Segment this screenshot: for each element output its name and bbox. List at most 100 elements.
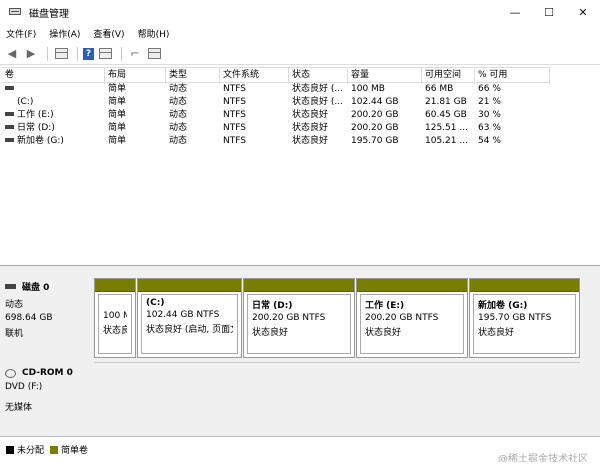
disk0-state: 联机: [5, 329, 24, 339]
help-icon[interactable]: ?: [83, 47, 94, 60]
layout-cell: 简单: [108, 97, 127, 107]
table-header: 卷 布局 类型 文件系统 状态 容量 可用空间 % 可用: [2, 67, 550, 84]
volume-name: 工作 (E:): [17, 110, 54, 120]
filesystem-cell: NTFS: [223, 136, 246, 146]
partition-status: 状态良好: [365, 328, 402, 338]
capacity-cell: 102.44 GB: [351, 97, 399, 107]
toolbar: ◀ ▶ ? ⌐: [0, 43, 600, 65]
cdrom0-media: 无媒体: [5, 403, 33, 413]
volume-table: 卷 布局 类型 文件系统 状态 容量 可用空间 % 可用 简单 动态 NTFS …: [2, 67, 550, 148]
disk0-partitions: 100 M 状态良 (C:) 102.44 GB NTFS 状态良好 (启动, …: [94, 278, 580, 358]
back-icon[interactable]: ◀: [4, 47, 20, 61]
partition-g[interactable]: 新加卷 (G:) 195.70 GB NTFS 状态良好: [469, 278, 580, 358]
cdrom0-area[interactable]: [94, 362, 580, 436]
volume-cell: 工作 (E:): [2, 109, 105, 122]
partition-size: 195.70 GB NTFS: [478, 313, 552, 323]
window-title: 磁盘管理: [29, 8, 69, 20]
type-cell: 动态: [169, 110, 188, 120]
filesystem-cell: NTFS: [223, 110, 246, 120]
disk0-type: 动态: [5, 300, 24, 310]
title-bar: 磁盘管理 — ☐ ✕: [0, 0, 600, 24]
percent-free-cell: 54 %: [478, 136, 501, 146]
partition-color-bar: [95, 279, 135, 292]
free-space-cell: 66 MB: [425, 84, 454, 94]
table-row[interactable]: 工作 (E:) 简单 动态 NTFS 状态良好 200.20 GB 60.45 …: [2, 109, 550, 122]
volume-cell: 新加卷 (G:): [2, 135, 105, 148]
volume-icon: [5, 99, 14, 103]
cdrom0-title: CD-ROM 0: [5, 368, 91, 378]
status-cell: 状态良好: [292, 110, 329, 120]
partition-system-reserved[interactable]: 100 M 状态良: [94, 278, 136, 358]
partition-status: 状态良好 (启动, 页面文: [146, 325, 233, 335]
vertical-scrollbar[interactable]: [586, 266, 600, 436]
partition-name: 新加卷 (G:): [478, 301, 528, 311]
show-pane-icon[interactable]: [53, 47, 69, 61]
table-row[interactable]: 日常 (D:) 简单 动态 NTFS 状态良好 200.20 GB 125.51…: [2, 122, 550, 135]
free-space-cell: 21.81 GB: [425, 97, 467, 107]
table-row[interactable]: (C:) 简单 动态 NTFS 状态良好 (... 102.44 GB 21.8…: [2, 96, 550, 109]
volume-name: 日常 (D:): [17, 123, 55, 133]
partition-name: 工作 (E:): [365, 301, 405, 311]
type-cell: 动态: [169, 97, 188, 107]
properties-icon[interactable]: [97, 47, 113, 61]
menu-help[interactable]: 帮助(H): [138, 27, 170, 40]
maximize-button[interactable]: ☐: [532, 0, 566, 24]
header-free-space[interactable]: 可用空间: [422, 68, 475, 84]
volume-name: 新加卷 (G:): [17, 136, 64, 146]
partition-name: (C:): [146, 298, 165, 308]
view-icon[interactable]: [146, 47, 162, 61]
partition-c[interactable]: (C:) 102.44 GB NTFS 状态良好 (启动, 页面文: [137, 278, 242, 358]
percent-free-cell: 21 %: [478, 97, 501, 107]
volume-icon: [5, 124, 14, 129]
table-row[interactable]: 简单 动态 NTFS 状态良好 (... 100 MB 66 MB 66 %: [2, 83, 550, 96]
type-cell: 动态: [169, 84, 188, 94]
header-volume[interactable]: 卷: [2, 68, 105, 84]
volume-icon: [5, 111, 14, 116]
header-filesystem[interactable]: 文件系统: [220, 68, 289, 84]
volume-icon: [5, 137, 14, 142]
volume-icon: [5, 85, 14, 90]
cdrom0-label[interactable]: CD-ROM 0 DVD (F:) 无媒体: [5, 368, 91, 416]
capacity-cell: 195.70 GB: [351, 136, 399, 146]
free-space-cell: 105.21 ...: [425, 136, 468, 146]
window-controls: — ☐ ✕: [498, 0, 600, 24]
toolbar-separator: [121, 46, 122, 61]
partition-status: 状态良好: [252, 328, 289, 338]
percent-free-cell: 66 %: [478, 84, 501, 94]
capacity-cell: 200.20 GB: [351, 123, 399, 133]
header-layout[interactable]: 布局: [105, 68, 166, 84]
disk-management-icon: [8, 6, 22, 18]
partition-e[interactable]: 工作 (E:) 200.20 GB NTFS 状态良好: [356, 278, 468, 358]
capacity-cell: 100 MB: [351, 84, 385, 94]
table-row[interactable]: 新加卷 (G:) 简单 动态 NTFS 状态良好 195.70 GB 105.2…: [2, 135, 550, 148]
capacity-cell: 200.20 GB: [351, 110, 399, 120]
partition-size: 100 M: [103, 311, 127, 321]
toolbar-separator: [47, 46, 48, 61]
filesystem-cell: NTFS: [223, 123, 246, 133]
menu-file[interactable]: 文件(F): [6, 27, 36, 40]
menu-action[interactable]: 操作(A): [49, 27, 80, 40]
type-cell: 动态: [169, 136, 188, 146]
header-percent-free[interactable]: % 可用: [475, 68, 550, 84]
minimize-button[interactable]: —: [498, 0, 532, 24]
partition-status: 状态良好: [478, 328, 515, 338]
header-type[interactable]: 类型: [166, 68, 220, 84]
status-cell: 状态良好 (...: [292, 84, 343, 94]
forward-icon[interactable]: ▶: [23, 47, 39, 61]
partition-color-bar: [138, 279, 241, 292]
header-capacity[interactable]: 容量: [348, 68, 422, 84]
header-status[interactable]: 状态: [289, 68, 348, 84]
partition-size: 200.20 GB NTFS: [252, 313, 326, 323]
volume-name: (C:): [17, 97, 34, 107]
layout-cell: 简单: [108, 123, 127, 133]
status-cell: 状态良好 (...: [292, 97, 343, 107]
status-cell: 状态良好: [292, 123, 329, 133]
partition-d[interactable]: 日常 (D:) 200.20 GB NTFS 状态良好: [243, 278, 355, 358]
close-button[interactable]: ✕: [566, 0, 600, 24]
connect-icon[interactable]: ⌐: [127, 47, 143, 61]
legend-label-unallocated: 未分配: [17, 446, 45, 456]
menu-view[interactable]: 查看(V): [93, 27, 124, 40]
disk0-label[interactable]: 磁盘 0 动态 698.64 GB 联机: [5, 280, 91, 342]
percent-free-cell: 30 %: [478, 110, 501, 120]
layout-cell: 简单: [108, 136, 127, 146]
